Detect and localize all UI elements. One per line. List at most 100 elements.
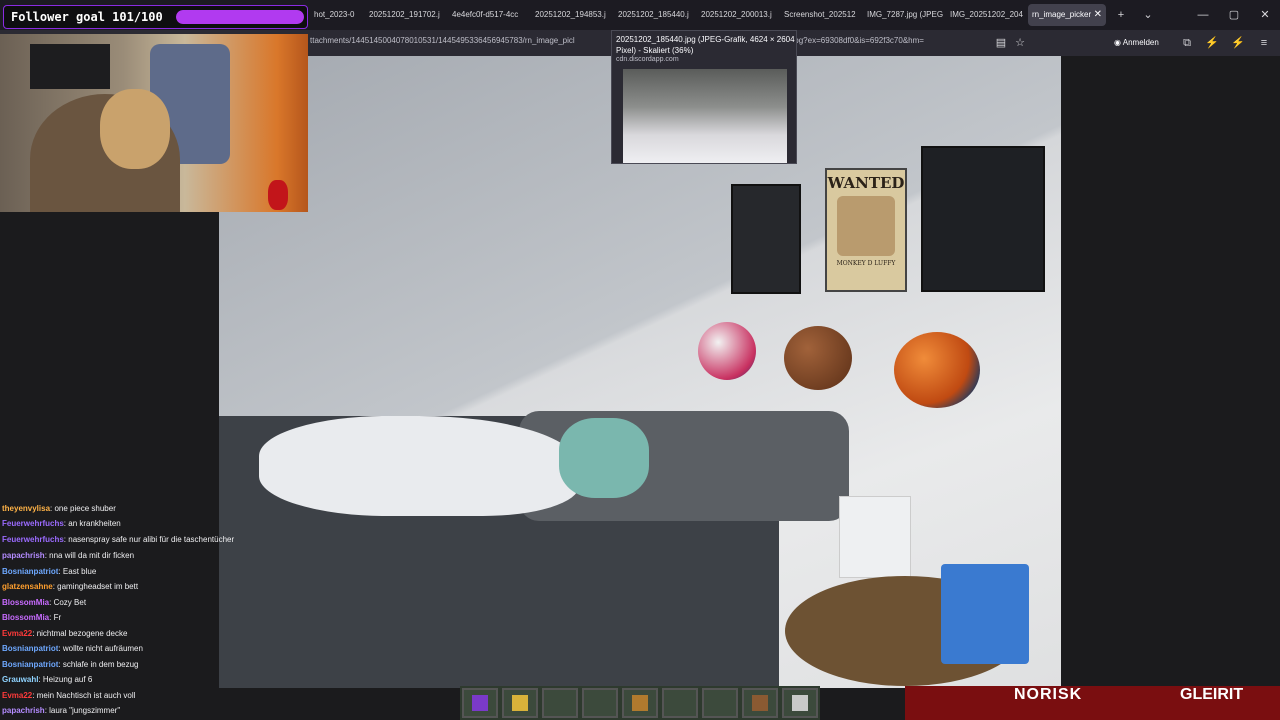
chat-message: papachrish: nna will da mit dir ficken: [2, 549, 134, 563]
url-text-left: ttachments/1445145004078010531/144549533…: [310, 36, 575, 45]
chat-message: glatzensahne: gamingheadset im bett: [2, 580, 138, 594]
ulm-ball: [894, 332, 980, 408]
hotbar-slot: [702, 688, 738, 718]
sign-in-label: Anmelden: [1122, 38, 1159, 47]
close-window-icon[interactable]: ✕: [1255, 6, 1275, 24]
chat-username[interactable]: Feuerwehrfuchs: [2, 535, 64, 544]
basketball: [784, 326, 852, 390]
tab[interactable]: Screenshot_202512: [780, 4, 860, 26]
tab-label: 20251202_185440.j: [618, 10, 689, 19]
chat-username[interactable]: Bosnianpatriot: [2, 660, 58, 669]
chat-text: schlafe in dem bezug: [62, 660, 139, 669]
pillow: [559, 418, 649, 498]
brand-logo-left: NORISK: [1014, 686, 1083, 703]
poster-dark: [731, 184, 801, 294]
goal-progress-track: [176, 10, 304, 24]
tab-label: 4e4efc0f-d517-4cc: [452, 10, 519, 19]
follower-goal: Follower goal 101/100: [3, 5, 308, 29]
chat-message: Feuerwehrfuchs: nasenspray safe nur alib…: [2, 533, 234, 547]
chat-username[interactable]: BlossomMia: [2, 598, 49, 607]
hotbar-slot: [622, 688, 658, 718]
chat-message: BlossomMia: Cozy Bet: [2, 596, 86, 610]
tab[interactable]: 20251202_185440.j: [614, 4, 694, 26]
luffy-portrait: [837, 196, 895, 256]
tab[interactable]: IMG_20251202_204: [946, 4, 1026, 26]
chat-text: gamingheadset im bett: [57, 582, 139, 591]
goal-progress-fill: [176, 10, 304, 24]
chat-message: papachrish: laura "jungszimmer": [2, 704, 120, 718]
tab-active[interactable]: rn_image_picker ✕: [1028, 4, 1106, 26]
new-tab-icon[interactable]: +: [1111, 6, 1131, 24]
extension-blue-icon[interactable]: ⚡: [1229, 34, 1247, 52]
tab-label: IMG_20251202_204: [950, 10, 1023, 19]
wanted-poster: WANTED MONKEY D LUFFY: [825, 168, 907, 292]
chat-text: Fr: [53, 613, 62, 622]
extensions-icon[interactable]: ⧉: [1178, 34, 1196, 52]
chat-text: nasenspray safe nur alibi für die tasche…: [68, 535, 235, 544]
tooltip-host: cdn.discordapp.com: [616, 56, 679, 63]
chat-username[interactable]: Bosnianpatriot: [2, 644, 58, 653]
sign-in-button[interactable]: ◉ Anmelden: [1114, 34, 1159, 52]
chat-text: an krankheiten: [68, 519, 121, 528]
chat-message: Evma22: mein Nachtisch ist auch voll: [2, 689, 135, 703]
chat-message: theyenvylisa: one piece shuber: [2, 502, 116, 516]
tab-list-icon[interactable]: ⌄: [1138, 6, 1158, 24]
tooltip-thumbnail: [623, 69, 787, 163]
follower-goal-text: Follower goal 101/100: [11, 10, 163, 24]
chat-message: Bosnianpatriot: schlafe in dem bezug: [2, 658, 139, 672]
radiator: [839, 496, 911, 578]
tab-label: Screenshot_202512: [784, 10, 856, 19]
chat-username[interactable]: Feuerwehrfuchs: [2, 519, 64, 528]
chat-username[interactable]: Bosnianpatriot: [2, 567, 58, 576]
chat-username[interactable]: papachrish: [2, 551, 45, 560]
hotbar-slot: [462, 688, 498, 718]
bookmark-star-icon[interactable]: ☆: [1011, 34, 1029, 52]
tooltip-title: 20251202_185440.jpg (JPEG-Grafik, 4624 ×…: [616, 35, 795, 55]
chat-text: laura "jungszimmer": [49, 706, 121, 715]
tab[interactable]: 4e4efc0f-d517-4cc: [448, 4, 528, 26]
extension-purple-icon[interactable]: ⚡: [1203, 34, 1221, 52]
tab[interactable]: IMG_7287.jpg (JPEG: [863, 4, 943, 26]
chat-username[interactable]: theyenvylisa: [2, 504, 50, 513]
maximize-icon[interactable]: ▢: [1224, 6, 1244, 24]
hotbar-slot: [742, 688, 778, 718]
minimize-icon[interactable]: —: [1193, 6, 1213, 24]
chat-text: wollte nicht aufräumen: [62, 644, 143, 653]
hotbar-slot: [582, 688, 618, 718]
menu-icon[interactable]: ≡: [1255, 34, 1273, 52]
chat-username[interactable]: glatzensahne: [2, 582, 53, 591]
brand-logo-right: GLEIRIT: [1180, 686, 1244, 703]
white-duvet: [259, 416, 579, 516]
chat-username[interactable]: BlossomMia: [2, 613, 49, 622]
tab[interactable]: 20251202_194853.j: [531, 4, 611, 26]
chat-username[interactable]: papachrish: [2, 706, 45, 715]
tab-label: 20251202_200013.j: [701, 10, 772, 19]
chat-username[interactable]: Grauwahl: [2, 675, 38, 684]
tab[interactable]: hot_2023-0: [310, 4, 360, 26]
chat-text: one piece shuber: [54, 504, 116, 513]
tab[interactable]: 20251202_191702.j: [365, 4, 445, 26]
tv: [30, 44, 110, 89]
webcam-overlay: [0, 34, 308, 212]
chat-message: BlossomMia: Fr: [2, 611, 61, 625]
hotbar-slot: [502, 688, 538, 718]
chat-message: Evma22: nichtmal bezogene decke: [2, 627, 127, 641]
tab-preview-tooltip: 20251202_185440.jpg (JPEG-Grafik, 4624 ×…: [611, 30, 797, 164]
reader-view-icon[interactable]: ▤: [992, 34, 1010, 52]
game-hotbar: [460, 686, 820, 720]
chat-text: nna will da mit dir ficken: [49, 551, 135, 560]
red-item: [268, 180, 288, 210]
chat-username[interactable]: Evma22: [2, 691, 32, 700]
account-icon: ◉: [1114, 38, 1121, 47]
chat-username[interactable]: Evma22: [2, 629, 32, 638]
hotbar-slot: [542, 688, 578, 718]
tab-label: rn_image_picker: [1032, 10, 1092, 19]
tab-label: IMG_7287.jpg (JPEG: [867, 10, 943, 19]
chat-text: Cozy Bet: [53, 598, 87, 607]
tab-label: 20251202_191702.j: [369, 10, 440, 19]
poster-astronaut: [921, 146, 1045, 292]
chat-text: mein Nachtisch ist auch voll: [36, 691, 136, 700]
tab[interactable]: 20251202_200013.j: [697, 4, 777, 26]
figure-box: [941, 564, 1029, 664]
close-tab-icon[interactable]: ✕: [1094, 4, 1102, 26]
